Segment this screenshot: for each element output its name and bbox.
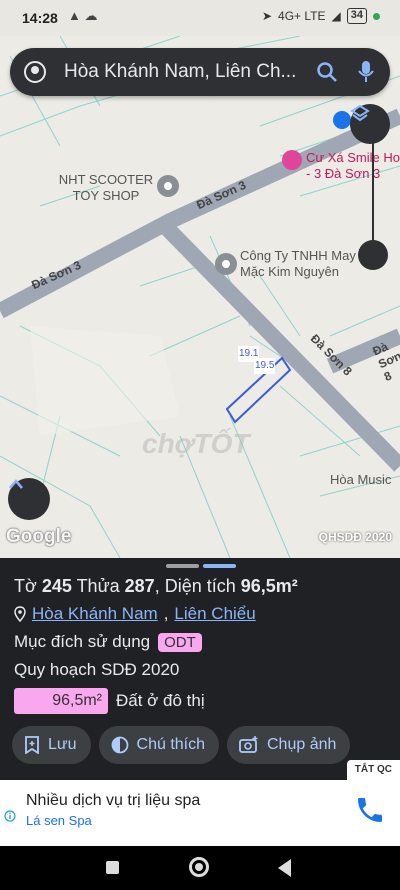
thua-label: Thửa — [76, 576, 120, 596]
home-button[interactable] — [189, 857, 209, 877]
search-bar[interactable]: Hòa Khánh Nam, Liên Ch... — [10, 48, 390, 96]
purpose-label: Mục đích sử dụng — [14, 632, 151, 651]
back-button[interactable] — [278, 859, 291, 877]
map-slider-track[interactable] — [372, 140, 374, 250]
contrast-icon — [111, 736, 128, 754]
to-number: 245 — [41, 576, 72, 596]
ad-info-icon[interactable] — [4, 810, 16, 822]
handle-segment-active — [203, 564, 236, 568]
close-ad-button[interactable]: TẮT QC — [346, 760, 400, 780]
poi-hoa-music[interactable]: Hòa Music — [330, 472, 391, 488]
network-label: 4G+ LTE — [278, 9, 326, 23]
parcel-title: Tờ 245 Thửa 287, Diện tích 96,5m² — [14, 576, 298, 597]
parcel-info-sheet: Tờ 245 Thửa 287, Diện tích 96,5m² Hòa Kh… — [0, 558, 400, 780]
legend-swatch: 96,5m² — [14, 688, 108, 714]
layers-button[interactable] — [350, 104, 390, 144]
plan-legend-row: 96,5m² Đất ở đô thị — [14, 688, 205, 714]
recents-button[interactable] — [106, 861, 119, 874]
area-label: , Diện tích — [154, 576, 236, 596]
location-icon: ➤ — [261, 9, 273, 23]
clock: 14:28 — [22, 10, 58, 26]
chevron-up-icon — [9, 479, 23, 489]
layers-icon — [350, 104, 370, 122]
camera-add-icon — [239, 736, 258, 753]
account-icon[interactable] — [24, 61, 46, 83]
search-icon[interactable] — [316, 61, 338, 83]
thua-number: 287 — [124, 576, 155, 596]
poi-kim-nguyen[interactable]: Công Ty TNHH May Mặc Kim Nguyên — [240, 248, 358, 280]
address-line: Hòa Khánh Nam, Liên Chiểu — [14, 604, 256, 624]
handle-segment — [166, 564, 199, 568]
system-icons: ➤ 4G+ LTE ◢ 34 — [262, 8, 380, 24]
plan-label: Quy hoạch SDĐ 2020 — [14, 660, 180, 679]
purpose-code-badge: ODT — [158, 632, 202, 652]
signal-icon: ◢ — [331, 9, 341, 23]
take-photo-button[interactable]: Chụp ảnh — [227, 726, 351, 764]
ad-banner[interactable]: TẮT QC Nhiều dịch vụ trị liệu spa Lá sen… — [0, 760, 400, 846]
address-separator: , — [163, 604, 169, 623]
note-label: Chú thích — [136, 736, 205, 753]
legend-button[interactable]: Chú thích — [98, 726, 219, 764]
system-nav-bar — [0, 846, 400, 890]
phone-icon[interactable] — [354, 794, 386, 826]
layer-name-label: QHSDĐ 2020 — [318, 530, 392, 544]
action-chips: Lưu Chú thích Chụp ảnh — [12, 726, 351, 764]
area-value: 96,5m² — [240, 576, 298, 596]
privacy-dot-icon — [373, 12, 380, 20]
location-pin-icon — [14, 606, 26, 622]
photo-label: Chụp ảnh — [267, 736, 337, 753]
expand-up-button[interactable] — [8, 478, 50, 520]
microphone-icon[interactable] — [358, 60, 374, 84]
status-bar: 14:28 ▲ ☁ ➤ 4G+ LTE ◢ 34 — [0, 0, 400, 36]
bookmark-add-icon — [25, 736, 39, 754]
search-input[interactable]: Hòa Khánh Nam, Liên Ch... — [64, 61, 312, 83]
ad-headline[interactable]: Nhiều dịch vụ trị liệu spa — [26, 792, 200, 810]
save-button[interactable]: Lưu — [12, 726, 91, 764]
poi-cu-xa-smile[interactable]: Cư Xá Smile Ho - 3 Đà Sơn 3 — [306, 150, 400, 182]
google-logo: Google — [6, 526, 72, 547]
chotot-watermark: chợTỐT — [142, 428, 250, 459]
notification-icons: ▲ ☁ — [68, 8, 98, 23]
district-link[interactable]: Liên Chiểu — [174, 604, 255, 624]
save-label: Lưu — [48, 736, 77, 753]
poi-nht-scooter[interactable]: NHT SCOOTER TOY SHOP — [58, 172, 154, 204]
parcel-label-right: 19.5 — [254, 358, 276, 374]
land-use-purpose: Mục đích sử dụng ODT — [14, 632, 202, 652]
ad-brand[interactable]: Lá sen Spa — [26, 813, 92, 828]
map-slider-thumb[interactable] — [358, 240, 388, 270]
ward-link[interactable]: Hòa Khánh Nam — [32, 604, 158, 624]
legend-text: Đất ở đô thị — [116, 691, 205, 710]
sheet-drag-handle[interactable] — [166, 564, 236, 568]
map-view[interactable]: Đà Sơn 3 Đà Sơn 3 Đà Sơn 8 Đà Sơn 8 NHT … — [0, 36, 400, 558]
battery-icon: 34 — [346, 8, 367, 24]
to-label: Tờ — [14, 576, 37, 596]
